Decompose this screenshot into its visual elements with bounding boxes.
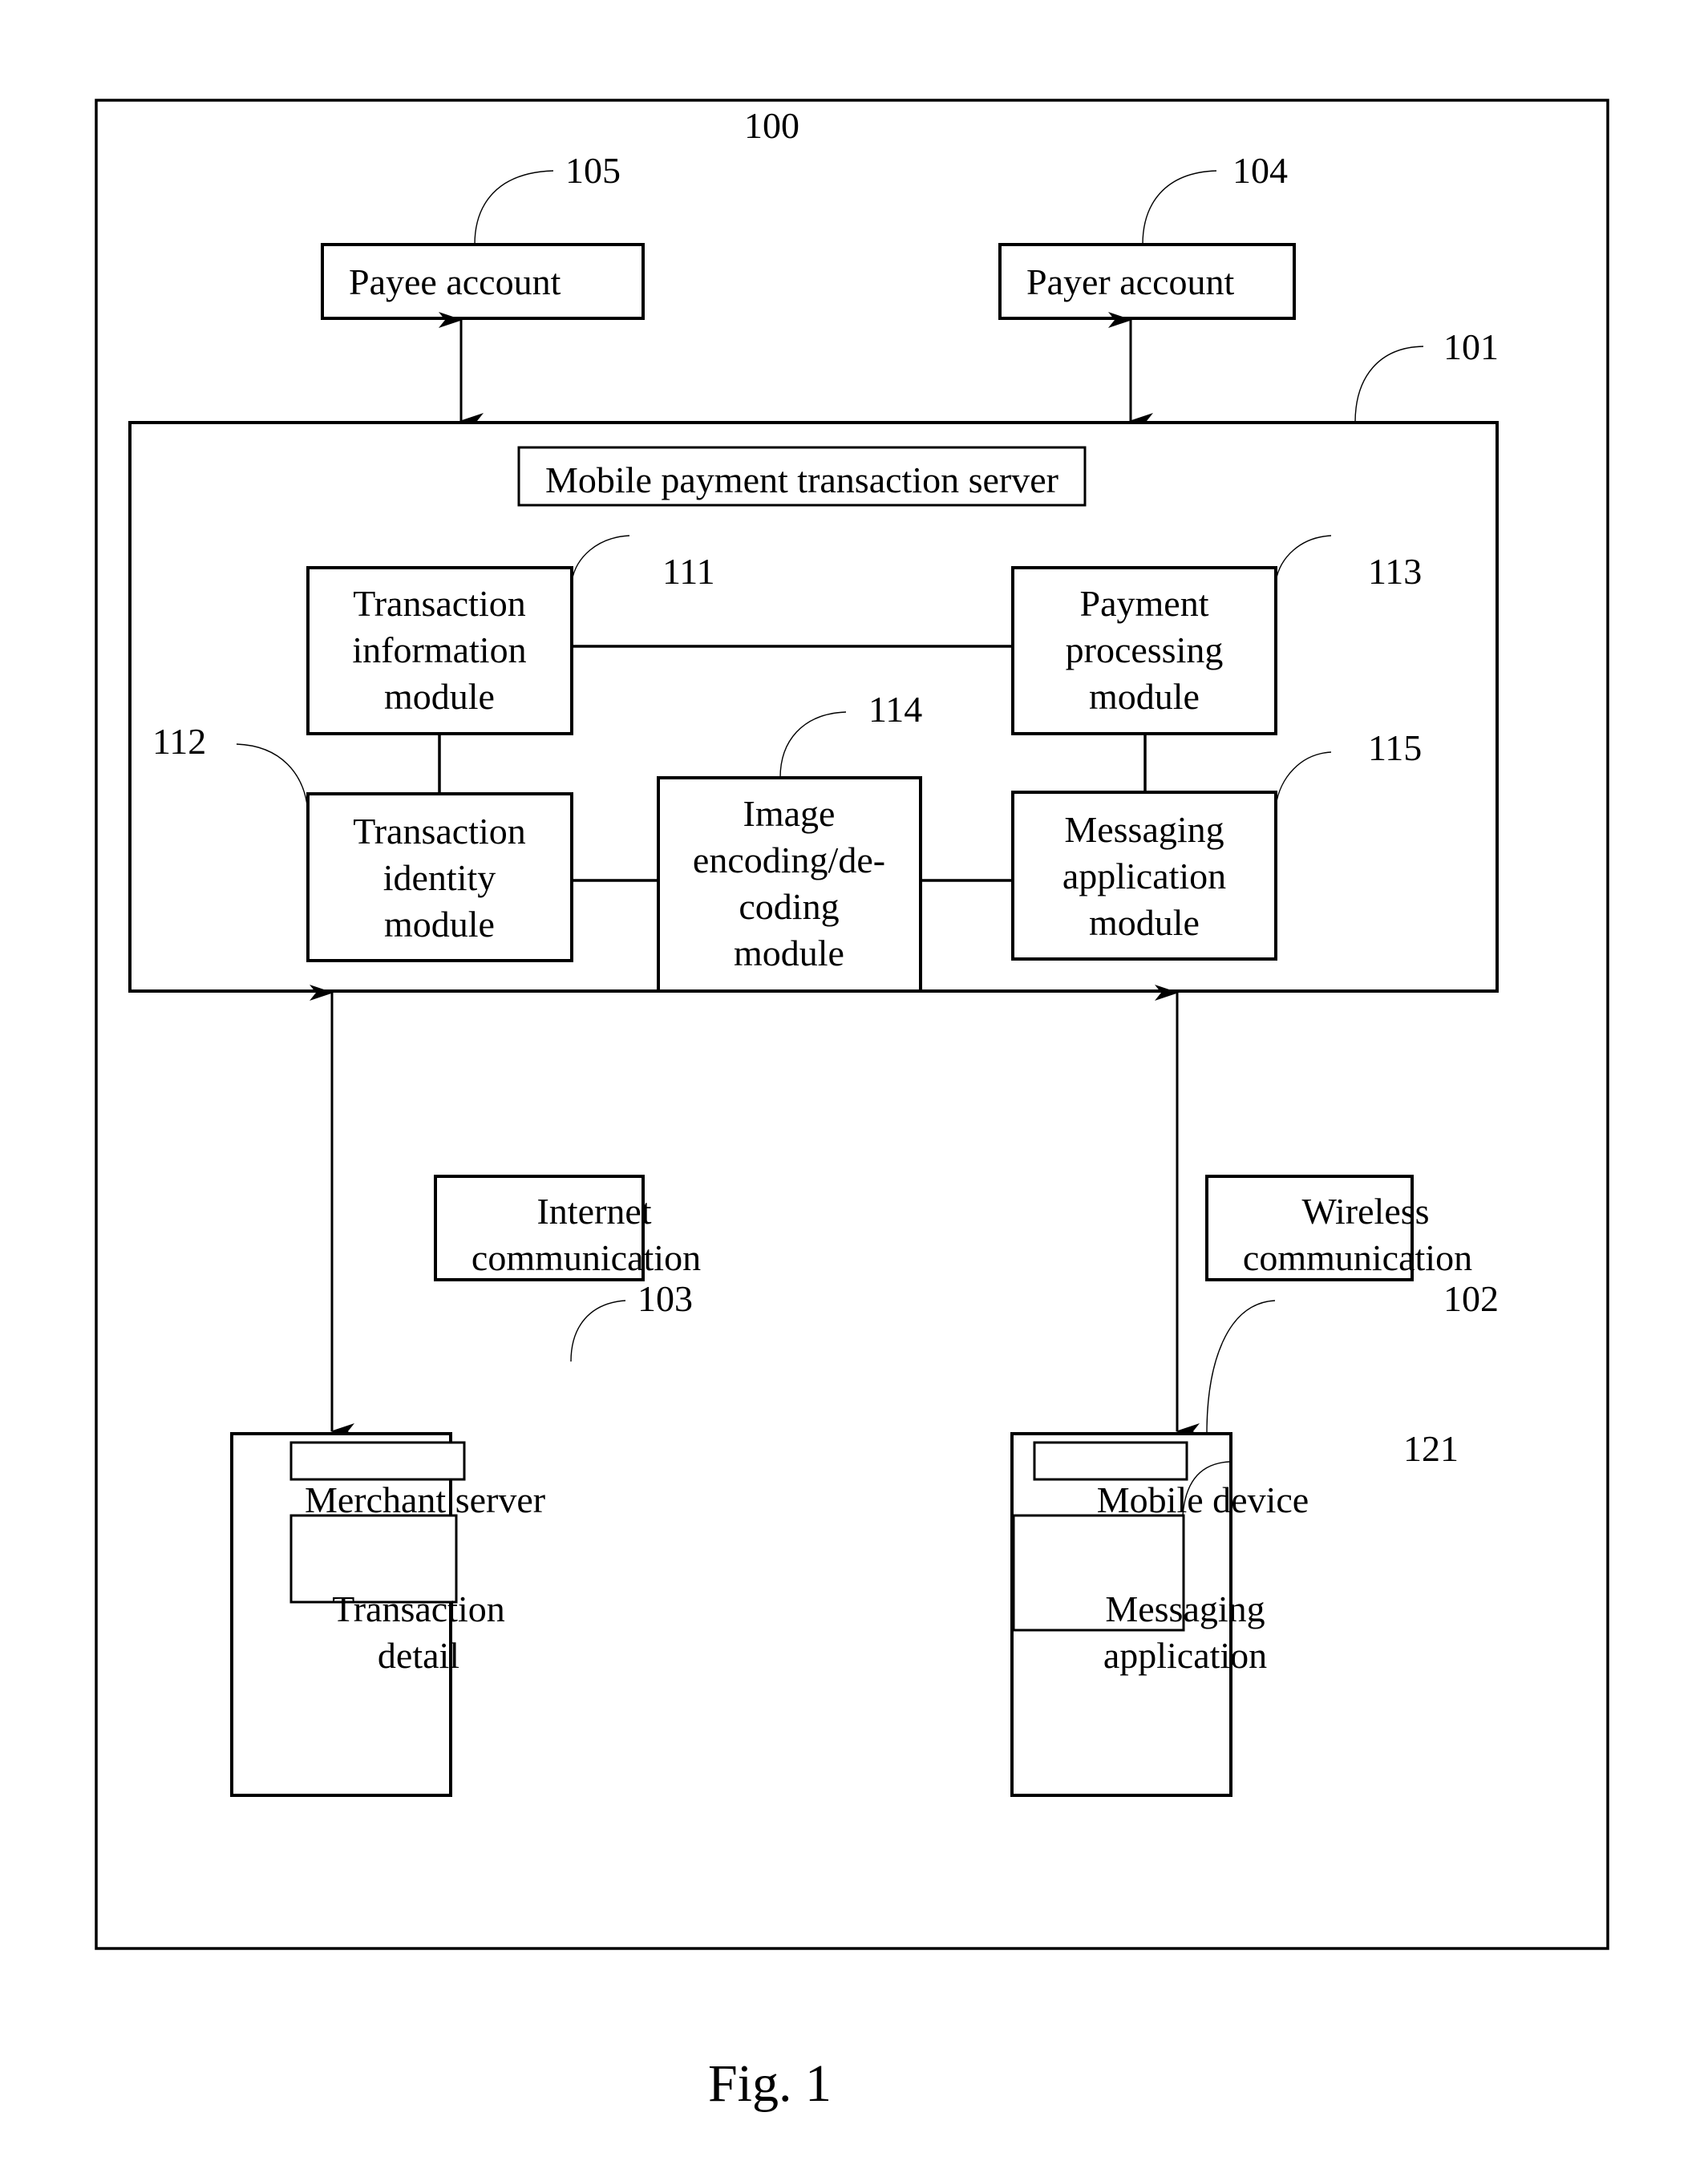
payer-account-node: Payer account 104 [998, 150, 1296, 320]
mobile-device-title: Mobile device [1097, 1479, 1309, 1520]
merchant-server-leader [570, 1300, 626, 1362]
tim-label-3: module [384, 676, 495, 717]
payer-account-ref: 104 [1232, 150, 1288, 191]
diagram-canvas: 100 Payee account 105 Payer account 104 … [95, 99, 1609, 2113]
msg-label-1: Messaging [1064, 809, 1224, 850]
tim-label-1: Transaction [353, 583, 526, 624]
tid-ref: 112 [152, 721, 206, 762]
img-label-2: encoding/de- [693, 840, 885, 880]
payee-account-node: Payee account 105 [321, 150, 645, 320]
ppm-label-2: processing [1066, 629, 1224, 670]
merchant-server-node: 103 Merchant server Transaction detail [230, 1278, 693, 1797]
msg-label-2: application [1062, 856, 1226, 896]
ppm-ref: 113 [1368, 551, 1422, 592]
msg-ref: 115 [1368, 727, 1422, 768]
tim-ref: 111 [662, 551, 715, 592]
payer-account-label: Payer account [1026, 261, 1234, 302]
img-label-4: module [734, 933, 844, 973]
mobile-device-title-box [1033, 1441, 1188, 1481]
merchant-server-title: Merchant server [305, 1479, 545, 1520]
msg-label-3: module [1089, 902, 1200, 943]
payee-account-label: Payee account [349, 261, 561, 302]
tid-label-3: module [384, 904, 495, 945]
tim-label-2: information [352, 629, 526, 670]
tid-label-1: Transaction [353, 811, 526, 852]
mobile-device-leader [1206, 1300, 1276, 1435]
img-label-1: Image [743, 793, 836, 834]
messaging-application-label-1: Messaging [1105, 1588, 1265, 1629]
messaging-application-label-2: application [1103, 1635, 1267, 1676]
payee-account-ref: 105 [565, 150, 621, 191]
transaction-detail-label-2: detail [378, 1635, 459, 1676]
transaction-detail-label-1: Transaction [332, 1588, 505, 1629]
img-label-3: coding [739, 886, 839, 927]
ppm-label-3: module [1089, 676, 1200, 717]
mobile-device-node: 102 Mobile device 121 Messaging applicat… [1010, 1278, 1499, 1797]
internet-communication-node: Internet communication [434, 1175, 701, 1281]
ppm-label-1: Payment [1080, 583, 1209, 624]
img-ref: 114 [868, 689, 922, 730]
tid-label-2: identity [383, 857, 496, 898]
payer-account-leader [1142, 170, 1217, 245]
system-ref-label: 100 [744, 105, 799, 146]
mobile-device-ref: 102 [1443, 1278, 1499, 1319]
server-title: Mobile payment transaction server [545, 459, 1058, 500]
wireless-communication-node: Wireless communication [1205, 1175, 1472, 1281]
server-ref: 101 [1443, 326, 1499, 367]
internet-communication-label-1: Internet [536, 1191, 651, 1232]
wireless-communication-label-1: Wireless [1301, 1191, 1429, 1232]
messaging-application-ref: 121 [1403, 1428, 1459, 1469]
wireless-communication-label-2: communication [1243, 1237, 1472, 1278]
merchant-server-ref: 103 [637, 1278, 693, 1319]
merchant-server-title-box [289, 1441, 466, 1481]
payee-account-leader [474, 170, 554, 245]
figure-caption: Fig. 1 [708, 2054, 832, 2113]
server-leader [1354, 346, 1424, 423]
internet-communication-label-2: communication [472, 1237, 701, 1278]
